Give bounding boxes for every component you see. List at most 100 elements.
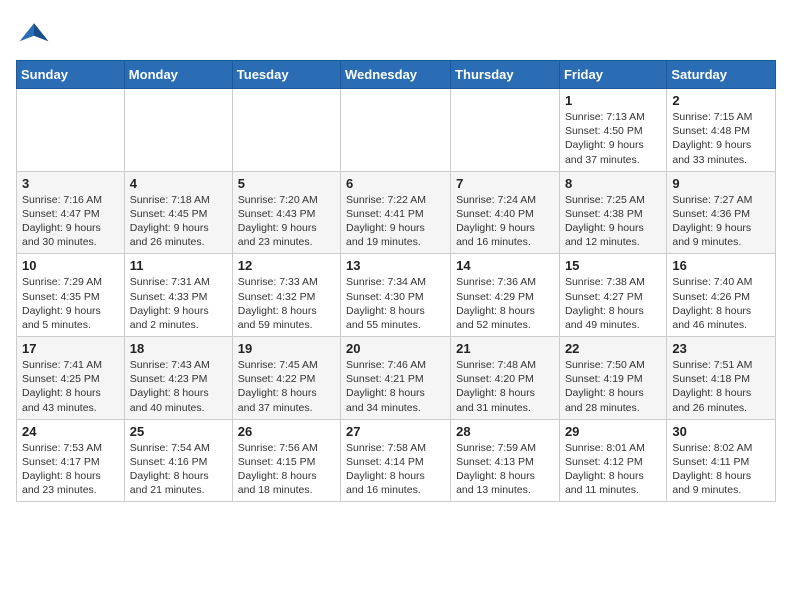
calendar-cell bbox=[232, 89, 340, 172]
calendar-cell: 18Sunrise: 7:43 AM Sunset: 4:23 PM Dayli… bbox=[124, 337, 232, 420]
day-header-monday: Monday bbox=[124, 61, 232, 89]
day-info: Sunrise: 7:18 AM Sunset: 4:45 PM Dayligh… bbox=[130, 193, 227, 250]
day-info: Sunrise: 7:50 AM Sunset: 4:19 PM Dayligh… bbox=[565, 358, 661, 415]
day-number: 29 bbox=[565, 424, 661, 439]
calendar-cell: 8Sunrise: 7:25 AM Sunset: 4:38 PM Daylig… bbox=[559, 171, 666, 254]
week-row-4: 17 Sunrise: 7:41 AM Sunset: 4:25 PM Dayli… bbox=[17, 337, 776, 420]
calendar-cell: 10 Sunrise: 7:29 AM Sunset: 4:35 PM Dayli… bbox=[17, 254, 125, 337]
day-info: Sunrise: 7:16 AM Sunset: 4:47 PM Dayligh… bbox=[22, 193, 119, 250]
day-header-saturday: Saturday bbox=[667, 61, 776, 89]
day-number: 13 bbox=[346, 258, 445, 273]
calendar-cell: 21 Sunrise: 7:48 AM Sunset: 4:20 PM Dayli… bbox=[451, 337, 560, 420]
day-number: 14 bbox=[456, 258, 554, 273]
day-header-friday: Friday bbox=[559, 61, 666, 89]
day-info: Sunrise: 7:43 AM Sunset: 4:23 PM Dayligh… bbox=[130, 358, 227, 415]
calendar-cell: 28 Sunrise: 7:59 AM Sunset: 4:13 PM Dayli… bbox=[451, 419, 560, 502]
calendar-cell: 12 Sunrise: 7:33 AM Sunset: 4:32 PM Dayli… bbox=[232, 254, 340, 337]
calendar-cell: 16 Sunrise: 7:40 AM Sunset: 4:26 PM Dayli… bbox=[667, 254, 776, 337]
calendar-cell: 1 Sunrise: 7:13 AM Sunset: 4:50 PM Daylig… bbox=[559, 89, 666, 172]
day-header-sunday: Sunday bbox=[17, 61, 125, 89]
day-header-wednesday: Wednesday bbox=[341, 61, 451, 89]
day-number: 6 bbox=[346, 176, 445, 191]
week-row-3: 10 Sunrise: 7:29 AM Sunset: 4:35 PM Dayli… bbox=[17, 254, 776, 337]
day-number: 11 bbox=[130, 258, 227, 273]
calendar-table: SundayMondayTuesdayWednesdayThursdayFrid… bbox=[16, 60, 776, 502]
day-number: 28 bbox=[456, 424, 554, 439]
day-number: 26 bbox=[238, 424, 335, 439]
week-row-2: 3 Sunrise: 7:16 AM Sunset: 4:47 PM Daylig… bbox=[17, 171, 776, 254]
day-info: Sunrise: 7:46 AM Sunset: 4:21 PM Dayligh… bbox=[346, 358, 445, 415]
logo bbox=[16, 16, 56, 52]
day-info: Sunrise: 8:01 AM Sunset: 4:12 PM Dayligh… bbox=[565, 441, 661, 498]
day-info: Sunrise: 7:45 AM Sunset: 4:22 PM Dayligh… bbox=[238, 358, 335, 415]
calendar-cell: 3 Sunrise: 7:16 AM Sunset: 4:47 PM Daylig… bbox=[17, 171, 125, 254]
calendar-cell bbox=[124, 89, 232, 172]
calendar-cell: 15 Sunrise: 7:38 AM Sunset: 4:27 PM Dayli… bbox=[559, 254, 666, 337]
day-info: Sunrise: 7:34 AM Sunset: 4:30 PM Dayligh… bbox=[346, 275, 445, 332]
day-number: 22 bbox=[565, 341, 661, 356]
day-number: 5 bbox=[238, 176, 335, 191]
week-row-1: 1 Sunrise: 7:13 AM Sunset: 4:50 PM Daylig… bbox=[17, 89, 776, 172]
day-info: Sunrise: 7:33 AM Sunset: 4:32 PM Dayligh… bbox=[238, 275, 335, 332]
calendar-cell: 2 Sunrise: 7:15 AM Sunset: 4:48 PM Daylig… bbox=[667, 89, 776, 172]
week-row-5: 24 Sunrise: 7:53 AM Sunset: 4:17 PM Dayli… bbox=[17, 419, 776, 502]
calendar-cell: 27 Sunrise: 7:58 AM Sunset: 4:14 PM Dayli… bbox=[341, 419, 451, 502]
day-info: Sunrise: 7:22 AM Sunset: 4:41 PM Dayligh… bbox=[346, 193, 445, 250]
day-number: 21 bbox=[456, 341, 554, 356]
day-number: 9 bbox=[672, 176, 770, 191]
calendar-cell: 11 Sunrise: 7:31 AM Sunset: 4:33 PM Dayli… bbox=[124, 254, 232, 337]
calendar-cell: 20 Sunrise: 7:46 AM Sunset: 4:21 PM Dayli… bbox=[341, 337, 451, 420]
day-info: Sunrise: 7:54 AM Sunset: 4:16 PM Dayligh… bbox=[130, 441, 227, 498]
day-number: 2 bbox=[672, 93, 770, 108]
day-number: 24 bbox=[22, 424, 119, 439]
calendar-cell: 5Sunrise: 7:20 AM Sunset: 4:43 PM Daylig… bbox=[232, 171, 340, 254]
day-info: Sunrise: 7:13 AM Sunset: 4:50 PM Dayligh… bbox=[565, 110, 661, 167]
day-info: Sunrise: 7:59 AM Sunset: 4:13 PM Dayligh… bbox=[456, 441, 554, 498]
calendar-cell: 30Sunrise: 8:02 AM Sunset: 4:11 PM Dayli… bbox=[667, 419, 776, 502]
day-number: 16 bbox=[672, 258, 770, 273]
calendar-cell: 9 Sunrise: 7:27 AM Sunset: 4:36 PM Daylig… bbox=[667, 171, 776, 254]
calendar-cell: 6 Sunrise: 7:22 AM Sunset: 4:41 PM Daylig… bbox=[341, 171, 451, 254]
calendar-cell: 25 Sunrise: 7:54 AM Sunset: 4:16 PM Dayli… bbox=[124, 419, 232, 502]
calendar-cell bbox=[341, 89, 451, 172]
day-number: 20 bbox=[346, 341, 445, 356]
day-number: 12 bbox=[238, 258, 335, 273]
header-row: SundayMondayTuesdayWednesdayThursdayFrid… bbox=[17, 61, 776, 89]
day-info: Sunrise: 7:29 AM Sunset: 4:35 PM Dayligh… bbox=[22, 275, 119, 332]
calendar-cell: 29 Sunrise: 8:01 AM Sunset: 4:12 PM Dayli… bbox=[559, 419, 666, 502]
day-number: 15 bbox=[565, 258, 661, 273]
day-number: 8 bbox=[565, 176, 661, 191]
day-info: Sunrise: 7:51 AM Sunset: 4:18 PM Dayligh… bbox=[672, 358, 770, 415]
day-number: 30 bbox=[672, 424, 770, 439]
day-info: Sunrise: 7:48 AM Sunset: 4:20 PM Dayligh… bbox=[456, 358, 554, 415]
day-info: Sunrise: 7:15 AM Sunset: 4:48 PM Dayligh… bbox=[672, 110, 770, 167]
day-number: 4 bbox=[130, 176, 227, 191]
day-info: Sunrise: 7:38 AM Sunset: 4:27 PM Dayligh… bbox=[565, 275, 661, 332]
calendar-cell bbox=[451, 89, 560, 172]
day-info: Sunrise: 7:40 AM Sunset: 4:26 PM Dayligh… bbox=[672, 275, 770, 332]
day-number: 27 bbox=[346, 424, 445, 439]
calendar-cell: 4 Sunrise: 7:18 AM Sunset: 4:45 PM Daylig… bbox=[124, 171, 232, 254]
day-header-thursday: Thursday bbox=[451, 61, 560, 89]
day-number: 7 bbox=[456, 176, 554, 191]
day-number: 1 bbox=[565, 93, 661, 108]
calendar-cell: 14Sunrise: 7:36 AM Sunset: 4:29 PM Dayli… bbox=[451, 254, 560, 337]
header bbox=[16, 16, 776, 52]
day-info: Sunrise: 7:27 AM Sunset: 4:36 PM Dayligh… bbox=[672, 193, 770, 250]
day-info: Sunrise: 7:41 AM Sunset: 4:25 PM Dayligh… bbox=[22, 358, 119, 415]
day-number: 17 bbox=[22, 341, 119, 356]
calendar-cell: 23Sunrise: 7:51 AM Sunset: 4:18 PM Dayli… bbox=[667, 337, 776, 420]
day-number: 10 bbox=[22, 258, 119, 273]
day-number: 3 bbox=[22, 176, 119, 191]
day-info: Sunrise: 7:56 AM Sunset: 4:15 PM Dayligh… bbox=[238, 441, 335, 498]
calendar-cell: 19Sunrise: 7:45 AM Sunset: 4:22 PM Dayli… bbox=[232, 337, 340, 420]
day-info: Sunrise: 7:58 AM Sunset: 4:14 PM Dayligh… bbox=[346, 441, 445, 498]
calendar-cell: 26 Sunrise: 7:56 AM Sunset: 4:15 PM Dayli… bbox=[232, 419, 340, 502]
day-info: Sunrise: 7:53 AM Sunset: 4:17 PM Dayligh… bbox=[22, 441, 119, 498]
day-header-tuesday: Tuesday bbox=[232, 61, 340, 89]
day-info: Sunrise: 7:31 AM Sunset: 4:33 PM Dayligh… bbox=[130, 275, 227, 332]
logo-icon bbox=[16, 16, 52, 52]
day-number: 25 bbox=[130, 424, 227, 439]
calendar-cell: 22 Sunrise: 7:50 AM Sunset: 4:19 PM Dayli… bbox=[559, 337, 666, 420]
calendar-cell bbox=[17, 89, 125, 172]
